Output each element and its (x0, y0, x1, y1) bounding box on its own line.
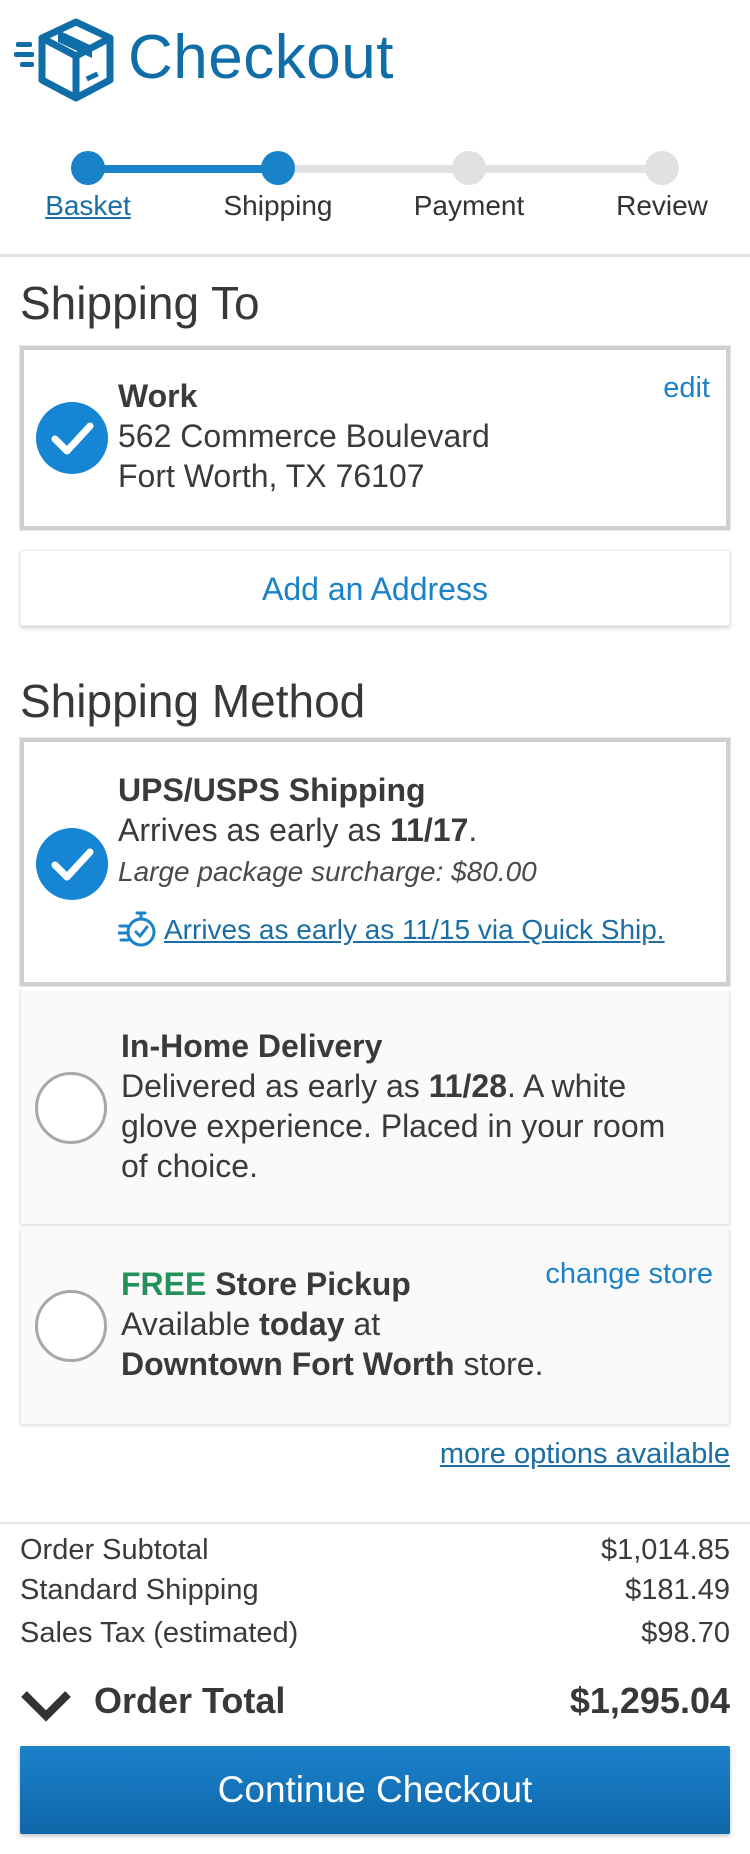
store-name: Downtown Fort Worth (121, 1346, 455, 1382)
desc-suffix: at (344, 1306, 381, 1342)
option-desc-line1: Delivered as early as 11/28. A white (121, 1068, 626, 1105)
tax-label: Sales Tax (estimated) (20, 1617, 299, 1649)
option-desc-line1: Available today at (121, 1306, 380, 1343)
progress-track-complete (88, 165, 278, 173)
radio-unselected[interactable] (35, 1072, 107, 1144)
delivery-date: 11/28 (428, 1068, 507, 1104)
checkout-progress: Basket Shipping Payment Review (0, 128, 750, 256)
subtotal-label: Order Subtotal (20, 1534, 209, 1566)
page-title: Checkout (128, 23, 394, 92)
quick-ship-link[interactable]: Arrives as early as 11/15 via Quick Ship… (164, 914, 665, 946)
address-card-work[interactable]: Work 562 Commerce Boulevard Fort Worth, … (20, 346, 730, 530)
shipping-option-ups[interactable]: UPS/USPS Shipping Arrives as early as 11… (20, 738, 730, 986)
shipping-method-heading: Shipping Method (20, 675, 366, 727)
change-store-link[interactable]: change store (545, 1258, 713, 1291)
step-basket-link[interactable]: Basket (0, 190, 183, 222)
edit-address-link[interactable]: edit (663, 372, 710, 405)
continue-checkout-button[interactable]: Continue Checkout (20, 1746, 730, 1834)
step-dot-shipping (261, 151, 295, 185)
desc-prefix: Available (121, 1306, 260, 1342)
shipping-to-heading: Shipping To (20, 277, 260, 329)
order-total-label: Order Total (94, 1680, 286, 1721)
tax-value: $98.70 (641, 1617, 730, 1649)
step-dot-payment (452, 151, 486, 185)
option-desc-line2: glove experience. Placed in your room (121, 1108, 666, 1144)
summary-row-subtotal: Order Subtotal $1,014.85 (20, 1534, 730, 1567)
shipping-option-store-pickup[interactable]: FREE Store Pickup Available today at Dow… (20, 1228, 730, 1424)
order-total-value: $1,295.04 (569, 1680, 730, 1721)
store-suffix: store. (454, 1346, 544, 1382)
selected-check-icon (36, 402, 108, 474)
more-options-link[interactable]: more options available (440, 1438, 730, 1471)
surcharge-note: Large package surcharge: $80.00 (118, 856, 537, 887)
address-line1: 562 Commerce Boulevard (118, 418, 490, 454)
subtotal-value: $1,014.85 (600, 1534, 730, 1566)
step-dot-review (645, 151, 679, 185)
add-address-button[interactable]: Add an Address (20, 550, 730, 626)
address-name: Work (118, 378, 198, 414)
free-badge: FREE (121, 1266, 207, 1302)
step-review: Review (616, 190, 708, 221)
pickup-title: Store Pickup (206, 1266, 411, 1302)
step-shipping: Shipping (223, 190, 333, 221)
divider (0, 1522, 750, 1524)
arrival-suffix: . (468, 812, 478, 848)
summary-row-tax: Sales Tax (estimated) $98.70 (20, 1617, 730, 1650)
arrival-prefix: Arrives as early as (118, 812, 391, 848)
desc-suffix: . A white (507, 1068, 627, 1104)
option-desc-line2: Downtown Fort Worth store. (121, 1346, 543, 1383)
address-line2: Fort Worth, TX 76107 (118, 458, 425, 494)
option-title: FREE Store Pickup (121, 1266, 411, 1303)
option-arrival: Arrives as early as 11/17. (118, 812, 477, 849)
shipping-option-in-home[interactable]: In-Home Delivery Delivered as early as 1… (20, 990, 730, 1224)
summary-row-shipping: Standard Shipping $181.49 (20, 1574, 730, 1607)
divider (0, 254, 750, 257)
box-delivery-icon (14, 18, 114, 102)
option-title: In-Home Delivery (121, 1028, 383, 1064)
option-desc-line3: of choice. (121, 1148, 258, 1184)
shipping-value: $181.49 (625, 1574, 730, 1606)
chevron-down-icon (21, 1691, 71, 1722)
step-dot-basket (71, 151, 105, 185)
shipping-label: Standard Shipping (20, 1574, 259, 1606)
pickup-when: today (259, 1306, 345, 1342)
radio-unselected[interactable] (35, 1290, 107, 1362)
header: Checkout (0, 0, 750, 128)
desc-prefix: Delivered as early as (121, 1068, 429, 1104)
quick-ship-stopwatch-icon (118, 911, 156, 947)
step-payment: Payment (413, 190, 525, 221)
arrival-date: 11/17 (390, 812, 469, 848)
option-title: UPS/USPS Shipping (118, 772, 426, 808)
selected-check-icon (36, 828, 108, 900)
